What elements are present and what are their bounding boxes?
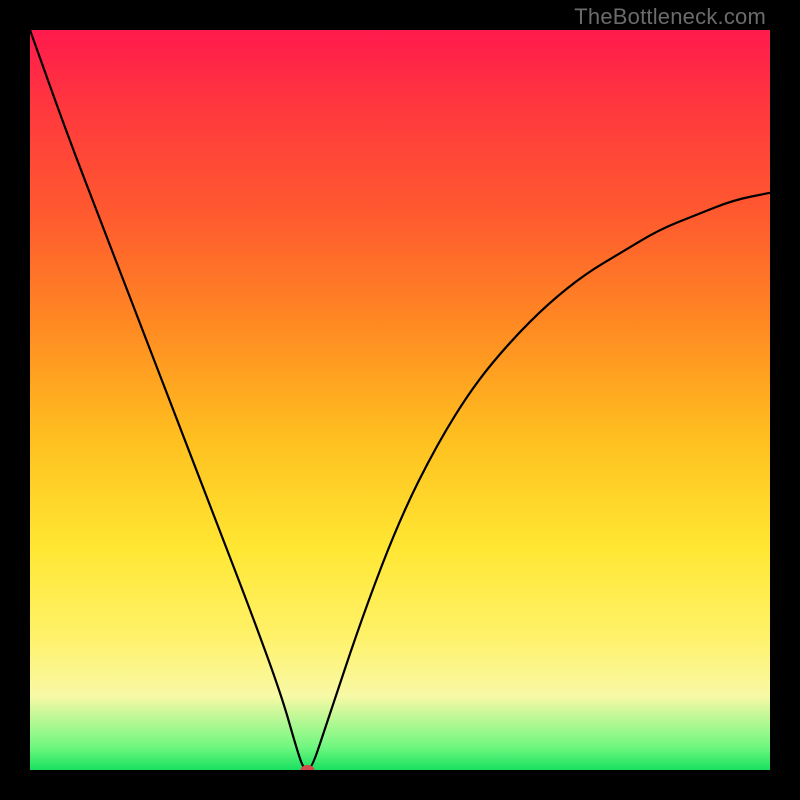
plot-area	[30, 30, 770, 770]
bottleneck-curve	[30, 30, 770, 770]
watermark-text: TheBottleneck.com	[574, 4, 766, 30]
curve-svg	[30, 30, 770, 770]
chart-frame: TheBottleneck.com	[0, 0, 800, 800]
